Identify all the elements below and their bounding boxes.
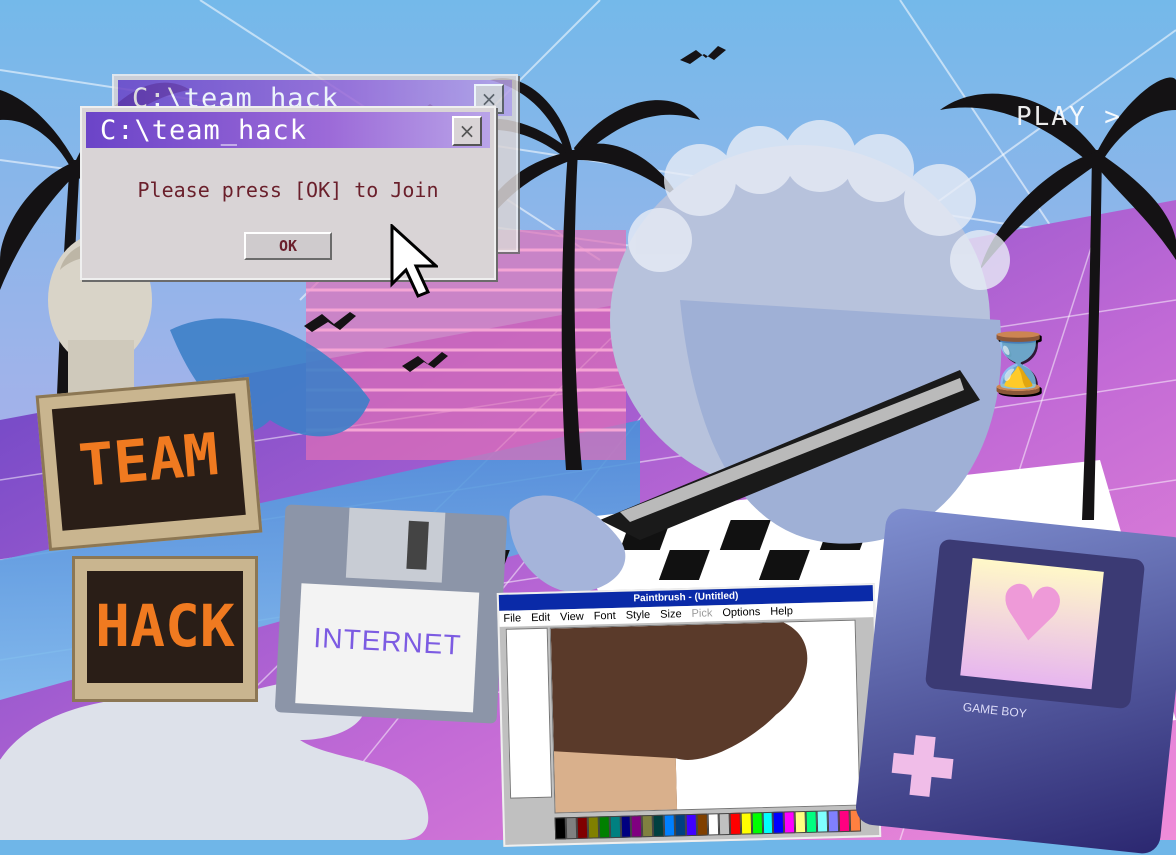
floppy-shutter-window (406, 520, 429, 570)
palette-swatch[interactable] (663, 814, 676, 837)
join-dialog-message: Please press [OK] to Join (137, 178, 439, 202)
gameboy-screen-bezel: ♥ (924, 538, 1146, 710)
palette-swatch[interactable] (794, 810, 807, 834)
palette-swatch[interactable] (609, 815, 621, 839)
palette-swatch[interactable] (576, 816, 588, 839)
menu-view[interactable]: View (560, 609, 584, 626)
floppy-disk: INTERNET (274, 504, 508, 724)
floppy-label: INTERNET (295, 583, 480, 713)
palette-swatch[interactable] (805, 810, 818, 833)
palette-swatch[interactable] (773, 811, 785, 834)
palette-swatch[interactable] (620, 815, 632, 838)
canvas-drawing (550, 622, 808, 813)
palette-swatch[interactable] (762, 811, 774, 835)
play-label: PLAY > (1016, 102, 1122, 132)
palette-swatch[interactable] (751, 812, 763, 835)
crt-hack-text: HACK (87, 571, 243, 683)
palette-swatch[interactable] (740, 812, 752, 835)
menu-file[interactable]: File (503, 610, 521, 626)
paintbrush-color-palette[interactable] (554, 809, 861, 840)
ok-button[interactable]: OK (244, 232, 332, 260)
crt-monitor-hack: HACK (72, 556, 258, 702)
join-dialog-title: C:\team_hack (100, 115, 308, 146)
palette-swatch[interactable] (696, 813, 709, 836)
palette-swatch[interactable] (641, 814, 654, 838)
join-dialog-titlebar: C:\team_hack × (86, 112, 490, 148)
join-dialog-close-icon[interactable]: × (452, 116, 482, 146)
palette-swatch[interactable] (718, 812, 730, 836)
palette-swatch[interactable] (598, 816, 610, 839)
menu-style[interactable]: Style (626, 607, 651, 624)
palette-swatch[interactable] (631, 815, 643, 838)
palette-swatch[interactable] (707, 813, 719, 836)
menu-edit[interactable]: Edit (531, 610, 550, 626)
palette-swatch[interactable] (838, 809, 851, 833)
palette-swatch[interactable] (783, 811, 796, 834)
gameboy-dpad[interactable] (890, 733, 956, 799)
menu-help[interactable]: Help (770, 603, 793, 620)
hourglass-icon: ⌛ (982, 329, 1055, 397)
paintbrush-toolbox[interactable] (505, 627, 553, 799)
menu-options[interactable]: Options (722, 604, 760, 621)
palette-swatch[interactable] (827, 810, 840, 833)
gameboy-device: ♥ GAME BOY (854, 506, 1176, 855)
palette-swatch[interactable] (587, 816, 599, 839)
palette-swatch[interactable] (652, 814, 665, 837)
palette-swatch[interactable] (816, 810, 829, 833)
paintbrush-canvas[interactable] (549, 619, 861, 814)
paintbrush-window: Paintbrush - (Untitled) File Edit View F… (496, 583, 882, 847)
pointer-cursor-icon (390, 224, 438, 298)
palette-swatch[interactable] (674, 814, 687, 837)
crt-team-text: TEAM (51, 393, 246, 531)
palette-swatch[interactable] (729, 812, 741, 835)
palette-swatch[interactable] (565, 816, 578, 840)
floppy-shutter (345, 507, 446, 583)
menu-pick[interactable]: Pick (691, 605, 712, 622)
palette-swatch[interactable] (685, 813, 698, 837)
palette-swatch[interactable] (554, 817, 567, 840)
pixel-heart-icon: ♥ (992, 566, 1070, 662)
gameboy-screen: ♥ (960, 558, 1104, 690)
menu-font[interactable]: Font (594, 608, 616, 625)
menu-size[interactable]: Size (660, 606, 682, 623)
crt-monitor-team: TEAM (35, 376, 263, 552)
gameboy-brand: GAME BOY (962, 699, 1028, 721)
